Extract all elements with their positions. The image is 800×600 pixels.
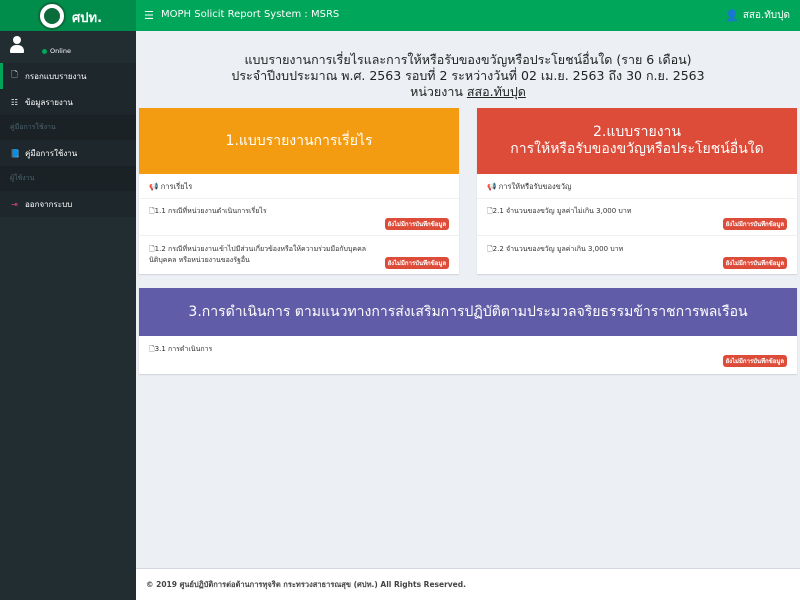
moph-emblem-icon (38, 2, 66, 30)
app-title: MOPH Solicit Report System : MSRS (161, 9, 340, 20)
status-badge: ยังไม่มีการบันทึกข้อมูล (384, 218, 449, 230)
sidebar-item-report-data[interactable]: ☷ ข้อมูลรายงาน (0, 89, 136, 115)
report-item-1-1[interactable]: 🗋1.1 กรณีที่หน่วยงานดำเนินการเรี่ยไร (149, 206, 267, 217)
section-label: 📢 การเรี่ยไร (149, 182, 193, 191)
card-title: 3.การดำเนินการ ตามแนวทางการส่งเสริมการปฏ… (188, 303, 748, 320)
status-badge: ยังไม่มีการบันทึกข้อมูล (722, 257, 787, 269)
user-name: สสอ.ทับปุด (742, 10, 790, 21)
sidebar: Online 🗋 กรอกแบบรายงาน ☷ ข้อมูลรายงาน คู… (0, 31, 136, 600)
user-panel: Online (0, 31, 136, 63)
card-header[interactable]: 1.แบบรายงานการเรี่ยไร (139, 108, 459, 174)
list-icon: ☷ (10, 97, 19, 107)
card-fundraising-report: 1.แบบรายงานการเรี่ยไร 📢 การเรี่ยไร 🗋1.1 … (139, 108, 459, 274)
report-item-3-1[interactable]: 🗋3.1 การดำเนินการ (149, 344, 212, 355)
sidebar-item-label: ออกจากระบบ (25, 199, 73, 209)
logo-text: ศปท. (72, 11, 103, 26)
status-text: Online (50, 47, 71, 55)
footer: © 2019 ศูนย์ปฏิบัติการต่อต้านการทุจริต ก… (136, 568, 800, 600)
title-line-3: หน่วยงาน สสอ.ทับปุด (410, 84, 526, 99)
user-status: Online (42, 47, 71, 55)
title-line-1: แบบรายงานการเรี่ยไรและการให้หรือรับของขว… (244, 52, 692, 67)
file-icon: 🗋 (11, 70, 18, 79)
avatar-icon (10, 36, 24, 54)
report-item-1-2[interactable]: 🗋1.2 กรณีที่หน่วยงานเข้าไปมีส่วนเกี่ยวข้… (149, 244, 366, 266)
card-header[interactable]: 2.แบบรายงาน การให้หรือรับของขวัญหรือประโ… (477, 108, 797, 174)
user-icon: 👤 (725, 9, 739, 22)
megaphone-icon: 📢 (487, 182, 497, 191)
sidebar-item-label: คู่มือการใช้งาน (25, 148, 78, 158)
unit-link[interactable]: สสอ.ทับปุด (467, 84, 526, 99)
logo-area[interactable]: ศปท. (0, 0, 136, 31)
section-label: 📢 การให้หรือรับของขวัญ (487, 182, 572, 191)
status-badge: ยังไม่มีการบันทึกข้อมูล (722, 355, 787, 367)
sidebar-header-manual: คู่มือการใช้งาน (0, 115, 136, 140)
sidebar-item-manual[interactable]: 📘 คู่มือการใช้งาน (0, 140, 136, 166)
megaphone-icon: 📢 (149, 182, 159, 191)
status-badge: ยังไม่มีการบันทึกข้อมูล (722, 218, 787, 230)
report-item-2-2[interactable]: 🗋2.2 จำนวนของขวัญ มูลค่าเกิน 3,000 บาท (487, 244, 623, 255)
user-menu[interactable]: 👤 สสอ.ทับปุด (725, 8, 790, 23)
online-dot-icon (42, 48, 47, 54)
sidebar-item-logout[interactable]: ⇥ ออกจากระบบ (0, 191, 136, 217)
hamburger-menu-icon[interactable]: ☰ (144, 9, 154, 22)
page-title: แบบรายงานการเรี่ยไรและการให้หรือรับของขว… (136, 52, 800, 100)
copyright-text: © 2019 ศูนย์ปฏิบัติการต่อต้านการทุจริต ก… (146, 579, 466, 589)
card-header[interactable]: 3.การดำเนินการ ตามแนวทางการส่งเสริมการปฏ… (139, 288, 797, 336)
sidebar-item-label: กรอกแบบรายงาน (25, 71, 87, 81)
status-badge: ยังไม่มีการบันทึกข้อมูล (384, 257, 449, 269)
top-navbar: ศปท. ☰ MOPH Solicit Report System : MSRS… (0, 0, 800, 31)
sign-out-icon: ⇥ (11, 199, 18, 209)
card-gift-report: 2.แบบรายงาน การให้หรือรับของขวัญหรือประโ… (477, 108, 797, 274)
title-line-2: ประจำปีงบประมาณ พ.ศ. 2563 รอบที่ 2 ระหว่… (231, 68, 705, 83)
report-item-2-1[interactable]: 🗋2.1 จำนวนของขวัญ มูลค่าไม่เกิน 3,000 บา… (487, 206, 631, 217)
card-title-line-2: การให้หรือรับของขวัญหรือประโยชน์อื่นใด (510, 141, 764, 157)
card-title: 1.แบบรายงานการเรี่ยไร (225, 132, 373, 149)
sidebar-item-fill-report[interactable]: 🗋 กรอกแบบรายงาน (0, 63, 136, 89)
card-ethics-report: 3.การดำเนินการ ตามแนวทางการส่งเสริมการปฏ… (139, 288, 797, 374)
sidebar-header-user: ผู้ใช้งาน (0, 166, 136, 191)
sidebar-item-label: ข้อมูลรายงาน (25, 97, 73, 107)
card-title-line-1: 2.แบบรายงาน (592, 124, 681, 140)
book-icon: 📘 (10, 148, 20, 158)
